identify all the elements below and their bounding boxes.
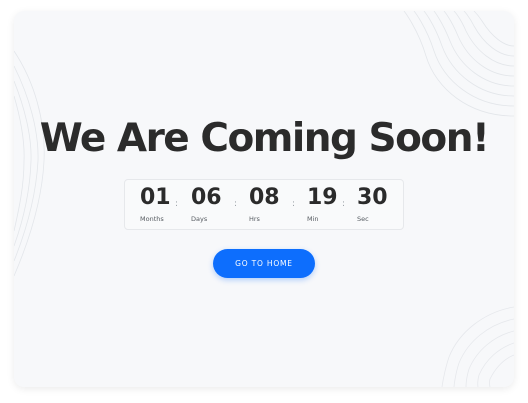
go-to-home-button[interactable]: GO TO HOME: [213, 249, 315, 278]
minutes-value: 19: [307, 185, 338, 210]
page: We Are Coming Soon! 01 Months : 06 Days …: [0, 0, 528, 403]
seconds-label: Sec: [357, 215, 369, 223]
countdown-minutes: 19 Min: [307, 184, 338, 224]
hours-label: Hrs: [249, 215, 260, 223]
days-label: Days: [191, 215, 208, 223]
countdown-seconds: 30 Sec: [357, 184, 388, 224]
seconds-value: 30: [357, 185, 388, 210]
separator: :: [234, 199, 238, 209]
page-title: We Are Coming Soon!: [39, 116, 490, 161]
months-value: 01: [140, 185, 171, 210]
countdown-timer: 01 Months : 06 Days : 08 Hrs : 19 Min : …: [124, 179, 404, 230]
hours-value: 08: [249, 185, 280, 210]
decorative-lines-bottom-right: [441, 306, 514, 387]
separator: :: [175, 199, 179, 209]
days-value: 06: [191, 185, 222, 210]
coming-soon-card: We Are Coming Soon! 01 Months : 06 Days …: [14, 11, 514, 387]
countdown-days: 06 Days: [191, 184, 222, 224]
separator: :: [292, 199, 296, 209]
separator: :: [342, 199, 346, 209]
months-label: Months: [140, 215, 164, 223]
countdown-hours: 08 Hrs: [249, 184, 280, 224]
decorative-lines-top-right: [403, 11, 514, 117]
minutes-label: Min: [307, 215, 319, 223]
countdown-months: 01 Months: [140, 184, 171, 224]
